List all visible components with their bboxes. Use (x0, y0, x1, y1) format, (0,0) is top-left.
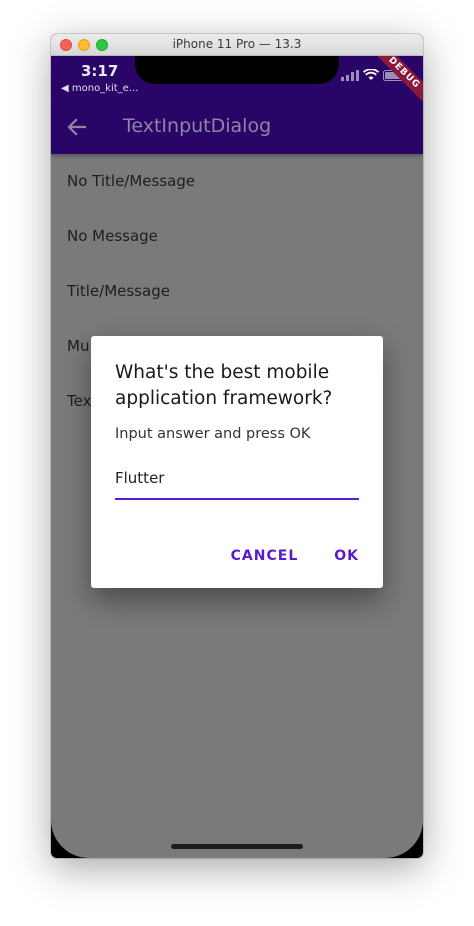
status-bar: 3:17 ◀ mono_kit_e... DEBUG (51, 56, 423, 110)
cellular-signal-icon (341, 70, 359, 81)
status-time: 3:17 (81, 62, 119, 80)
dialog-title: What's the best mobile application frame… (115, 362, 333, 409)
answer-input[interactable] (115, 464, 359, 500)
window-title: iPhone 11 Pro — 13.3 (172, 37, 302, 51)
list-item[interactable]: No Message (51, 209, 423, 264)
dialog-actions: CANCEL OK (217, 538, 373, 574)
dialog-message: Input answer and press OK (115, 426, 311, 442)
phone-screen: 3:17 ◀ mono_kit_e... DEBUG TextInputDial… (51, 56, 423, 858)
list-item[interactable]: Title/Message (51, 264, 423, 319)
list-item[interactable]: No Title/Message (51, 154, 423, 209)
ok-button[interactable]: OK (320, 538, 373, 574)
page-title: TextInputDialog (123, 115, 272, 137)
notch (135, 56, 339, 84)
home-indicator[interactable] (171, 844, 303, 849)
text-input-dialog: What's the best mobile application frame… (91, 336, 383, 588)
app-bar: TextInputDialog (51, 100, 423, 154)
cancel-button[interactable]: CANCEL (217, 538, 313, 574)
wifi-icon (363, 69, 379, 80)
back-to-app-link[interactable]: ◀ mono_kit_e... (61, 83, 138, 94)
back-arrow-icon[interactable] (67, 117, 87, 137)
window-titlebar: iPhone 11 Pro — 13.3 (51, 34, 423, 56)
simulator-window: iPhone 11 Pro — 13.3 3:17 ◀ mono_kit_e..… (51, 34, 423, 858)
